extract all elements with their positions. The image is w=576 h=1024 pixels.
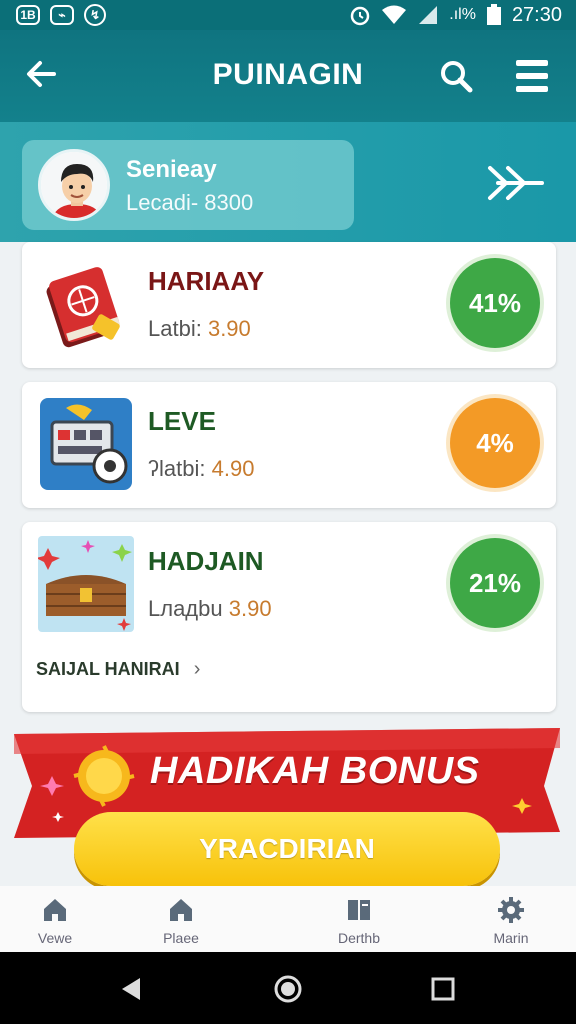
battery-icon [486,4,501,25]
avatar [38,149,110,221]
reward-card[interactable]: HARIAAY Latbi: 3.90 41% [22,242,556,368]
forward-button[interactable] [484,160,546,206]
home-icon [170,899,192,921]
search-button[interactable] [438,58,474,94]
coin-icon [72,744,136,808]
menu-button[interactable] [516,60,548,92]
profile-name: Senieay [126,156,217,183]
claim-button[interactable]: YRACDIRIAN [74,812,500,886]
machine-icon [38,396,134,492]
alarm-icon [351,6,370,26]
wifi-icon [382,5,407,24]
signal-percent-icon: .ıl% [449,6,476,23]
nav-item-vewe[interactable]: Vewe [10,896,100,946]
card-title: HARIAAY [148,266,265,296]
back-triangle-icon[interactable] [116,974,146,1004]
user-avatar-icon [41,152,107,218]
card-title: LEVE [148,406,216,436]
book-icon [38,256,134,352]
status-right: .ıl% 27:30 [349,4,562,27]
chevron-right-icon: › [193,658,201,680]
gear-icon [498,897,524,923]
nav-item-marin[interactable]: Marin [466,896,556,946]
percent-badge: 4% [450,398,540,488]
gallery-icon: ⌁ [50,5,74,25]
profile-card[interactable]: Senieay Lecadi- 8300 [22,140,354,230]
reward-card[interactable]: HADJAIN Lладbu 3.90 21% SAIJAL HANIRAI › [22,522,556,712]
book-icon [348,900,370,920]
search-icon [441,61,473,93]
menu-icon [516,60,548,66]
percent-badge: 41% [450,258,540,348]
home-circle-icon[interactable] [273,974,303,1004]
nav-item-plaee[interactable]: Plaee [136,896,226,946]
see-all-link[interactable]: SAIJAL HANIRAI › [36,658,200,681]
double-chevron-right-icon [488,166,544,200]
signal-icon [419,6,438,24]
app-bar: PUINAGIN [0,30,576,122]
page-title: PUINAGIN [212,58,364,91]
messenger-icon: ↯ [84,4,106,26]
card-subtitle: Lладbu 3.90 [148,596,272,621]
system-navigation-bar [0,952,576,1024]
clock-time: 27:30 [511,3,562,26]
recents-square-icon[interactable] [428,974,458,1004]
card-subtitle: ʔlatbi: 4.90 [148,456,255,481]
profile-subtitle: Lecadi- 8300 [126,190,254,215]
notification-1b-icon: 1B [16,5,40,25]
nav-item-derthb[interactable]: Derthb [314,896,404,946]
status-bar: 1B ⌁ ↯ .ıl% 27:30 [0,0,576,30]
card-subtitle: Latbi: 3.90 [148,316,251,341]
percent-badge: 21% [450,538,540,628]
card-title: HADJAIN [148,546,264,576]
reward-card[interactable]: LEVE ʔlatbi: 4.90 4% [22,382,556,508]
status-left: 1B ⌁ ↯ [16,4,106,26]
treasure-chest-icon [36,536,134,632]
home-icon [44,899,66,921]
bonus-title: HADIKAH BONUS [150,750,480,792]
bottom-nav: Vewe Plaee Derthb Marin [0,886,576,952]
